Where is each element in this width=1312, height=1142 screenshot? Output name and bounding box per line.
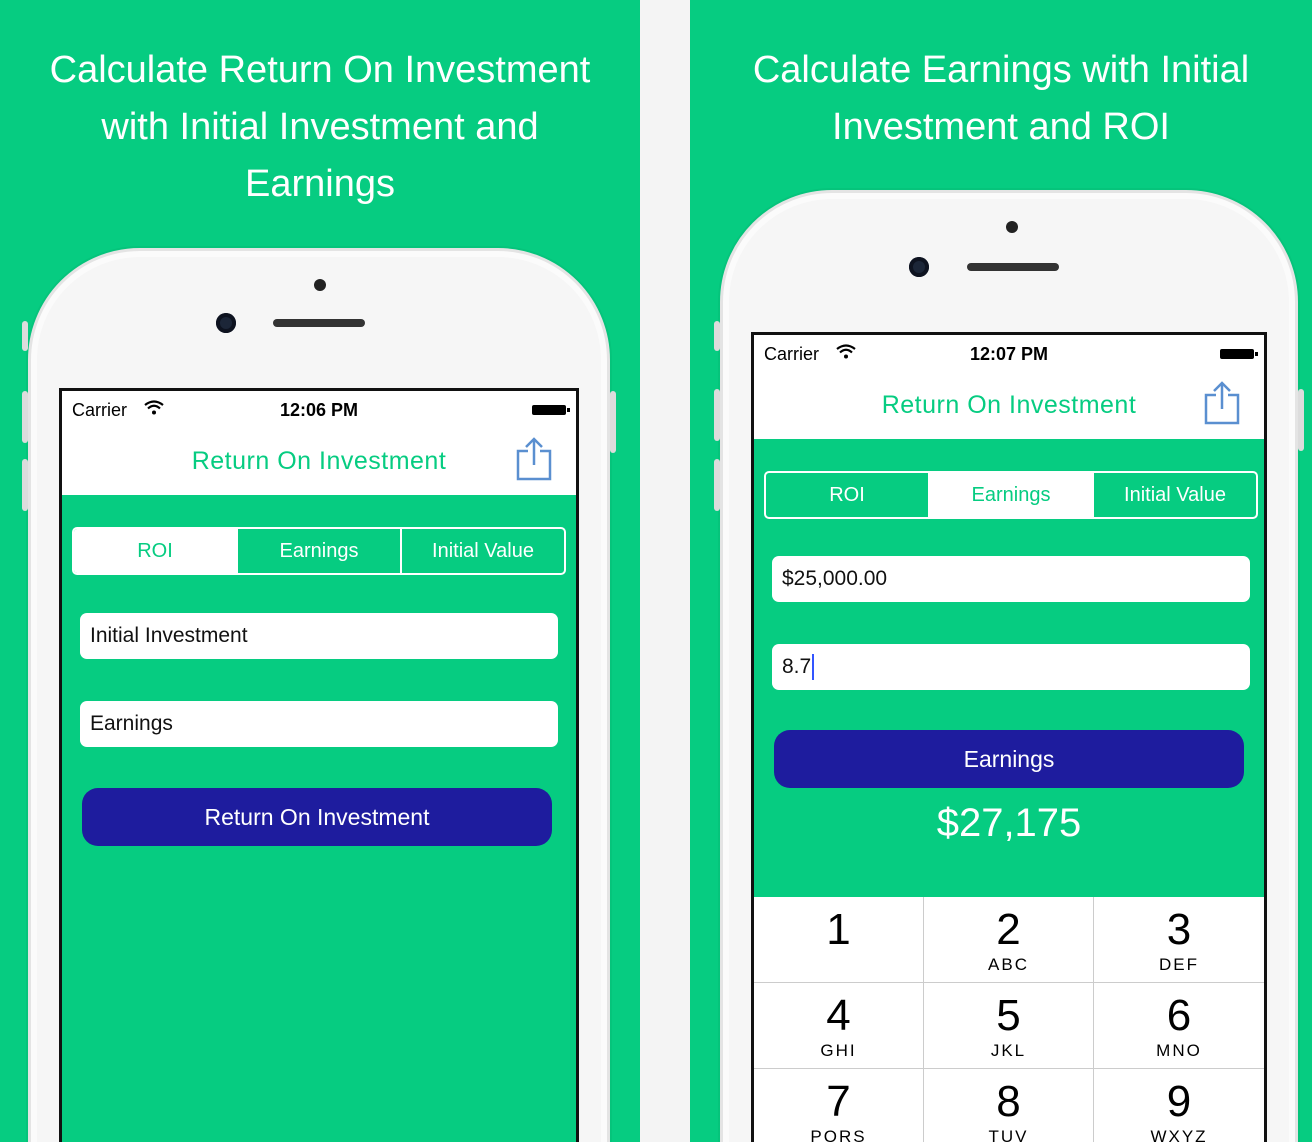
- keypad-letters: WXYZ: [1150, 1127, 1208, 1142]
- number-keypad: 1 2 ABC 3 DEF 4 GHI 5 JKL 6 MNO 7 PQRS 8 TUV 9 WXYZ: [754, 897, 1264, 1142]
- initial-investment-input[interactable]: Initial Investment: [80, 613, 558, 659]
- keypad-key-1[interactable]: 1: [754, 897, 924, 983]
- keypad-letters: MNO: [1156, 1041, 1202, 1060]
- calculate-roi-button[interactable]: Return On Investment: [82, 788, 552, 846]
- screenshot-panel-earnings: Calculate Earnings with Initial Investme…: [690, 0, 1312, 1142]
- keypad-key-7[interactable]: 7 PQRS: [754, 1069, 924, 1142]
- keypad-key-2[interactable]: 2 ABC: [924, 897, 1094, 983]
- screenshot-panel-roi: Calculate Return On Investment with Init…: [0, 0, 640, 1142]
- phone-volume-up: [714, 389, 720, 441]
- status-time: 12:07 PM: [969, 344, 1049, 364]
- keypad-digit: 5: [996, 991, 1021, 1040]
- segment-earnings[interactable]: Earnings: [930, 473, 1094, 517]
- initial-investment-value: $25,000.00: [782, 567, 888, 590]
- battery-icon: [1220, 349, 1258, 359]
- earnings-input[interactable]: Earnings: [80, 701, 558, 747]
- promo-headline: Calculate Return On Investment with Init…: [49, 49, 591, 205]
- nav-bar: Return On Investment: [754, 371, 1264, 439]
- phone-sensor: [1006, 221, 1018, 233]
- keypad-letters: ABC: [988, 955, 1029, 974]
- keypad-key-4[interactable]: 4 GHI: [754, 983, 924, 1069]
- keypad-digit: 6: [1166, 991, 1192, 1040]
- mode-segmented-control: ROI Earnings Initial Value: [72, 527, 566, 575]
- phone-volume-down: [22, 459, 28, 511]
- roi-value: 8.7: [782, 655, 812, 678]
- phone-screen: Carrier 12:06 PM Return On Investment RO…: [59, 388, 579, 1142]
- phone-speaker: [967, 263, 1059, 271]
- keypad-digit: 1: [826, 905, 851, 954]
- nav-title: Return On Investment: [191, 447, 447, 475]
- keypad-letters: GHI: [820, 1041, 857, 1060]
- calculate-earnings-button[interactable]: Earnings: [774, 730, 1244, 788]
- status-bar: Carrier 12:06 PM: [62, 391, 576, 427]
- phone-volume-up: [22, 391, 28, 443]
- phone-camera: [216, 313, 236, 333]
- status-bar: Carrier 12:07 PM: [754, 335, 1264, 371]
- phone-frame: Carrier 12:07 PM Return On Investment RO…: [714, 190, 1304, 1142]
- keypad-digit: 7: [826, 1077, 851, 1126]
- nav-title: Return On Investment: [881, 391, 1137, 419]
- phone-screen: Carrier 12:07 PM Return On Investment RO…: [751, 332, 1267, 1142]
- keypad-key-6[interactable]: 6 MNO: [1094, 983, 1264, 1069]
- share-icon[interactable]: [1204, 381, 1240, 425]
- segment-earnings[interactable]: Earnings: [238, 529, 402, 573]
- phone-frame: Carrier 12:06 PM Return On Investment RO…: [22, 248, 616, 1142]
- keypad-digit: 8: [996, 1077, 1021, 1126]
- mode-segmented-control: ROI Earnings Initial Value: [764, 471, 1258, 519]
- share-icon[interactable]: [516, 437, 552, 481]
- initial-investment-input[interactable]: $25,000.00: [772, 556, 1250, 602]
- promo-headline: Calculate Earnings with Initial Investme…: [752, 49, 1250, 148]
- phone-volume-down: [714, 459, 720, 511]
- status-time: 12:06 PM: [279, 400, 359, 420]
- keypad-key-8[interactable]: 8 TUV: [924, 1069, 1094, 1142]
- battery-icon: [532, 405, 570, 415]
- keypad-key-5[interactable]: 5 JKL: [924, 983, 1094, 1069]
- keypad-letters: TUV: [988, 1127, 1029, 1142]
- keypad-letters: PQRS: [810, 1127, 867, 1142]
- nav-bar: Return On Investment: [62, 427, 576, 495]
- segment-roi[interactable]: ROI: [766, 473, 930, 517]
- keypad-key-3[interactable]: 3 DEF: [1094, 897, 1264, 983]
- keypad-digit: 4: [826, 991, 851, 1040]
- keypad-digit: 9: [1166, 1077, 1192, 1126]
- phone-side-button: [22, 321, 28, 351]
- phone-speaker: [273, 319, 365, 327]
- segment-initial-value[interactable]: Initial Value: [402, 529, 564, 573]
- phone-side-button: [714, 321, 720, 351]
- phone-power-button: [610, 391, 616, 453]
- phone-sensor: [314, 279, 326, 291]
- segment-initial-value[interactable]: Initial Value: [1094, 473, 1256, 517]
- keypad-letters: DEF: [1159, 955, 1199, 974]
- phone-camera: [909, 257, 929, 277]
- keypad-digit: 2: [996, 905, 1021, 954]
- segment-roi[interactable]: ROI: [74, 529, 238, 573]
- keypad-digit: 3: [1166, 905, 1192, 954]
- phone-power-button: [1298, 389, 1304, 451]
- keypad-key-9[interactable]: 9 WXYZ: [1094, 1069, 1264, 1142]
- roi-input[interactable]: 8.7: [772, 644, 1250, 690]
- earnings-result: $27,175: [936, 801, 1082, 845]
- text-cursor: [812, 654, 815, 681]
- keypad-letters: JKL: [990, 1041, 1027, 1060]
